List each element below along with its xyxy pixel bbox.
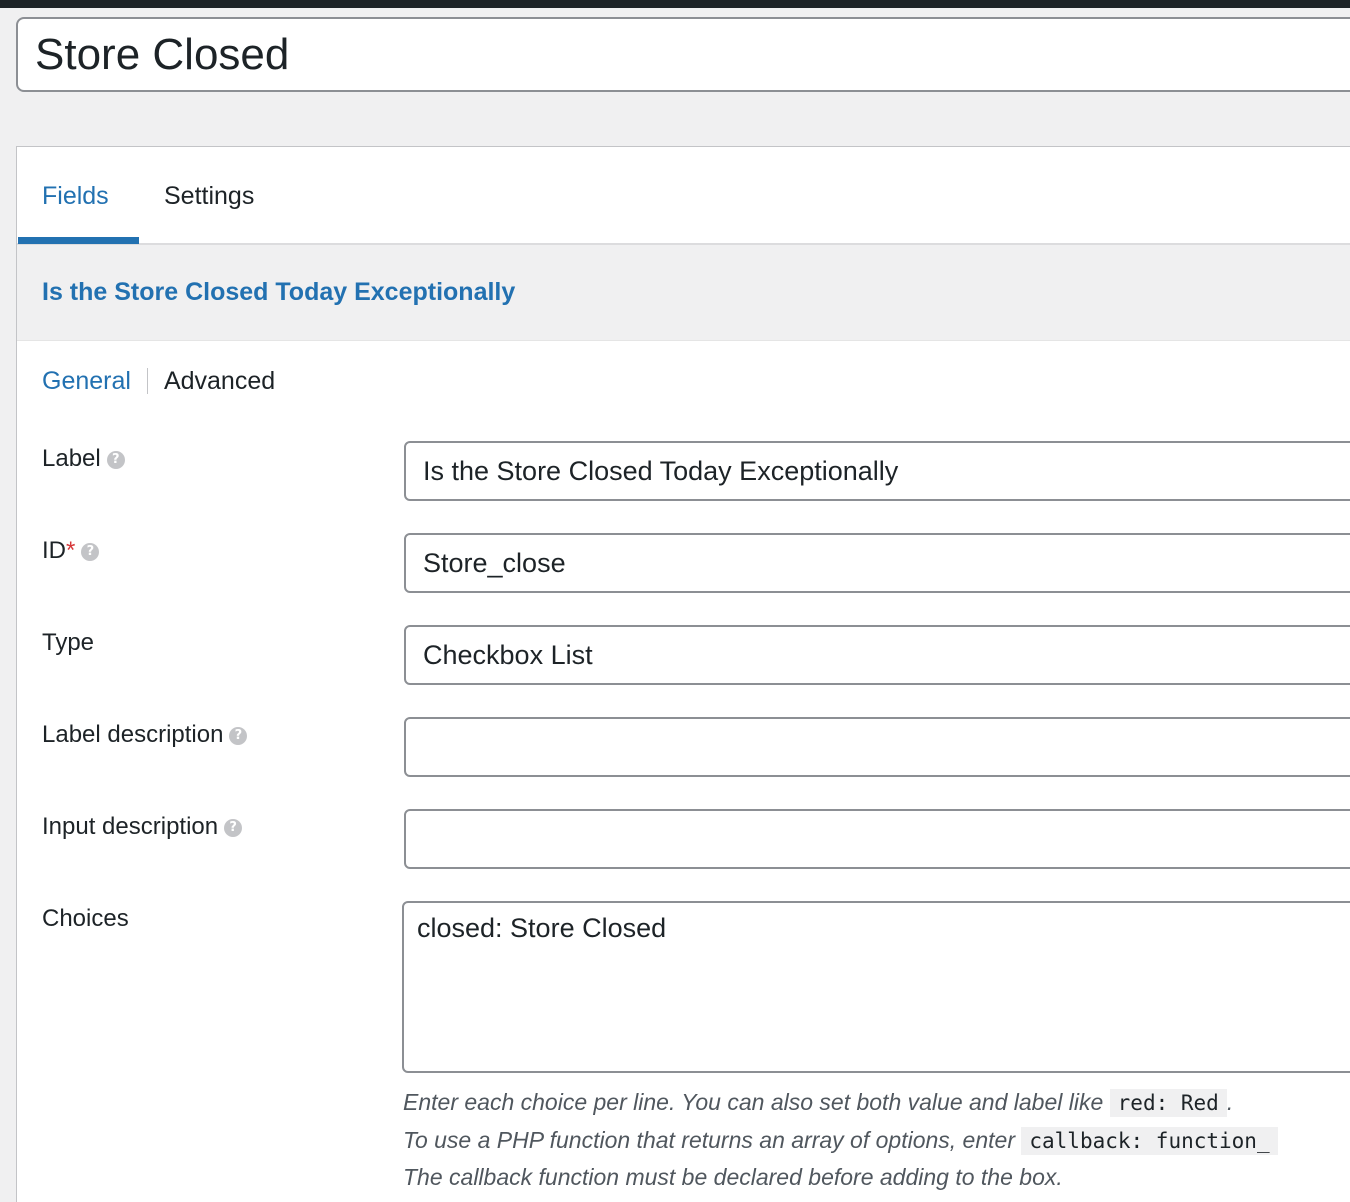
required-asterisk: * [66, 537, 76, 564]
tab-fields[interactable]: Fields [42, 181, 109, 211]
label-description-input[interactable] [404, 717, 1350, 777]
label-input[interactable]: Is the Store Closed Today Exceptionally [404, 441, 1350, 501]
label-text: Label [42, 445, 101, 472]
help-text: Enter each choice per line. You can also… [403, 1089, 1104, 1115]
label-row-label: Label? [42, 444, 125, 474]
choices-label-text: Choices [42, 905, 129, 932]
question-icon[interactable]: ? [224, 819, 243, 837]
help-text: To use a PHP function that returns an ar… [403, 1127, 1015, 1153]
choices-textarea[interactable]: closed: Store Closed [402, 901, 1350, 1073]
input-description-input[interactable] [404, 809, 1350, 869]
question-icon[interactable]: ? [106, 451, 125, 469]
post-title-input[interactable]: Store Closed [16, 17, 1350, 92]
id-row-label: ID*? [42, 536, 100, 566]
id-label-text: ID [42, 537, 66, 564]
id-input[interactable]: Store_close [404, 533, 1350, 593]
field-subtabs: General Advanced [42, 366, 275, 398]
input-description-row-label: Input description? [42, 812, 243, 842]
admin-top-bar [0, 0, 1350, 8]
type-select[interactable]: Checkbox List [404, 625, 1350, 685]
active-tab-indicator [18, 237, 139, 244]
tab-settings[interactable]: Settings [164, 181, 254, 211]
input-description-text: Input description [42, 813, 219, 840]
help-text: The callback function must be declared b… [403, 1164, 1063, 1190]
subtab-advanced[interactable]: Advanced [164, 366, 275, 396]
main-tabs: Fields Settings [17, 147, 1350, 245]
code-example: callback: function_ [1021, 1127, 1278, 1155]
question-icon[interactable]: ? [229, 727, 248, 745]
help-text-end: . [1226, 1089, 1234, 1115]
choices-help-line-3: The callback function must be declared b… [403, 1162, 1350, 1192]
choices-help-line-1: Enter each choice per line. You can also… [403, 1087, 1350, 1118]
subtab-general[interactable]: General [42, 366, 131, 396]
field-header[interactable]: Is the Store Closed Today Exceptionally [17, 245, 1350, 341]
subtab-divider [146, 368, 148, 394]
choices-help-line-2: To use a PHP function that returns an ar… [403, 1125, 1350, 1156]
label-description-text: Label description [42, 721, 224, 748]
field-group-panel: Fields Settings Is the Store Closed Toda… [16, 146, 1350, 1202]
type-row-label: Type [42, 628, 94, 658]
label-description-row-label: Label description? [42, 720, 248, 750]
code-example: red: Red [1109, 1089, 1227, 1117]
type-label-text: Type [42, 629, 95, 656]
question-icon[interactable]: ? [81, 543, 100, 561]
choices-row-label: Choices [42, 904, 129, 934]
field-header-title[interactable]: Is the Store Closed Today Exceptionally [42, 278, 515, 307]
